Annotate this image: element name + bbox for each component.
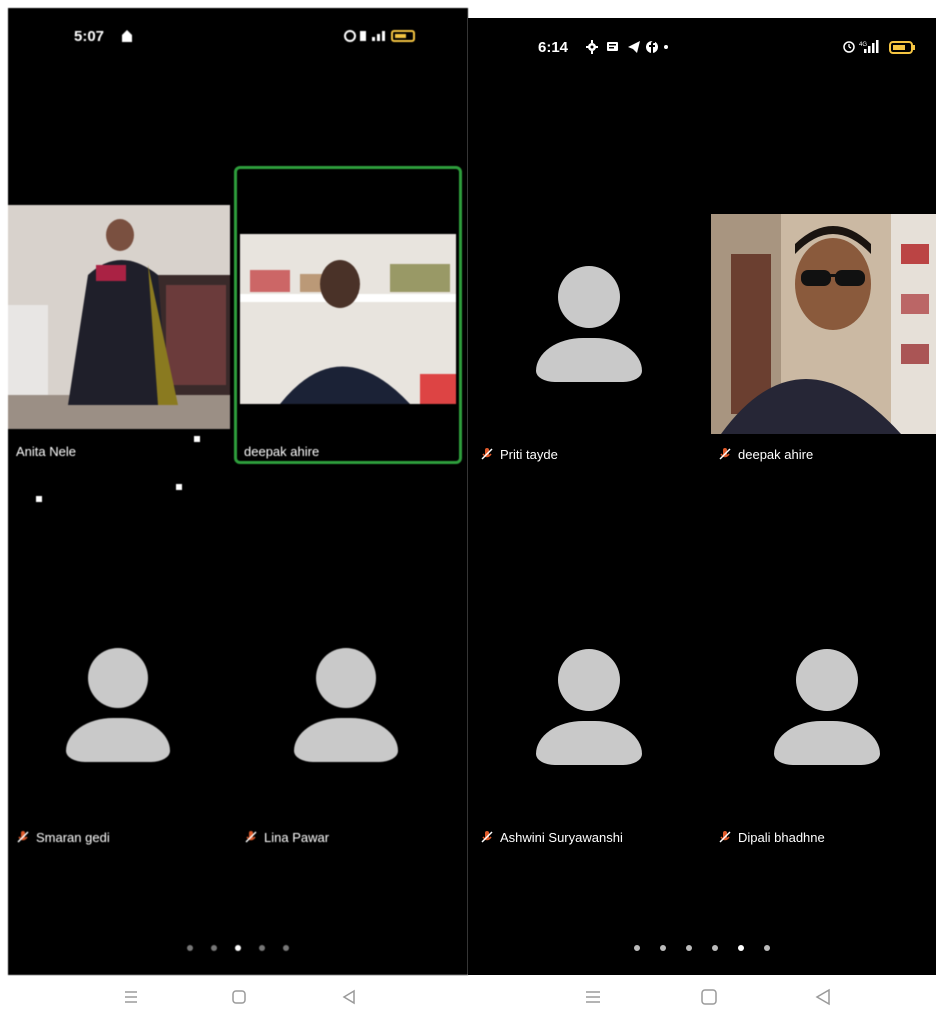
mic-muted-icon	[17, 831, 29, 843]
participant-name: deepak ahire	[244, 444, 320, 459]
status-time: 5:07	[74, 28, 105, 45]
settings-icon	[586, 40, 598, 54]
avatar	[294, 648, 398, 766]
avatar	[774, 649, 880, 769]
status-bar: 5:07	[8, 8, 468, 64]
artifact	[36, 496, 42, 502]
signal-icon	[344, 29, 424, 48]
app-notification-icons	[586, 40, 696, 59]
status-right-icons: 4G	[842, 39, 922, 60]
artifact	[176, 484, 182, 490]
participant-name-muted: Lina Pawar	[244, 830, 329, 845]
artifact	[194, 436, 200, 442]
menu-nav-icon[interactable]	[578, 982, 608, 1012]
page-dot-active[interactable]	[738, 945, 744, 951]
nav-bar	[8, 982, 468, 1012]
page-dot[interactable]	[283, 945, 289, 951]
page-dot[interactable]	[634, 945, 640, 951]
battery-icon	[889, 41, 915, 54]
status-time: 6:14	[538, 39, 569, 56]
avatar	[536, 649, 642, 769]
nav-bar	[468, 982, 936, 1012]
message-icon	[607, 42, 618, 51]
participant-name-label: Smaran gedi	[36, 830, 110, 845]
svg-text:4G: 4G	[859, 42, 867, 48]
signal-icon: 4G	[859, 40, 879, 53]
participant-name-label: Ashwini Suryawanshi	[500, 830, 623, 845]
mic-muted-icon	[481, 831, 493, 843]
avatar	[536, 266, 642, 386]
right-phone-screen: 6:14 4G Priti tayde deepak ahire Ashwini…	[468, 18, 936, 975]
telegram-icon	[628, 41, 640, 53]
mic-muted-icon	[245, 831, 257, 843]
participant-name-label: Priti tayde	[500, 447, 558, 462]
participant-video	[8, 205, 230, 429]
page: 5:07 Anita Nele deepak ahire Smaran gedi…	[0, 0, 936, 1012]
page-dot-active[interactable]	[235, 945, 241, 951]
participant-name-label: Dipali bhadhne	[738, 830, 825, 845]
page-dot[interactable]	[259, 945, 265, 951]
facebook-icon	[646, 41, 658, 53]
back-nav-icon[interactable]	[808, 982, 838, 1012]
page-indicator[interactable]	[468, 938, 936, 956]
page-dot[interactable]	[211, 945, 217, 951]
participant-name-muted: Dipali bhadhne	[718, 830, 825, 845]
mic-muted-icon	[719, 831, 731, 843]
participant-video	[240, 234, 456, 404]
mic-muted-icon	[481, 448, 493, 460]
page-dot[interactable]	[187, 945, 193, 951]
participant-name-muted: Smaran gedi	[16, 830, 110, 845]
page-indicator[interactable]	[8, 938, 468, 956]
alarm-icon	[843, 41, 855, 53]
page-dot[interactable]	[660, 945, 666, 951]
home-nav-icon[interactable]	[694, 982, 724, 1012]
avatar	[66, 648, 170, 766]
participant-name: Anita Nele	[16, 444, 76, 459]
participant-name-muted: Ashwini Suryawanshi	[480, 830, 623, 845]
participant-video	[711, 214, 936, 434]
participant-name-label: Lina Pawar	[264, 830, 330, 845]
back-nav-icon[interactable]	[334, 982, 364, 1012]
participant-name-label: deepak ahire	[738, 447, 814, 462]
page-dot[interactable]	[712, 945, 718, 951]
participant-name-muted: Priti tayde	[480, 447, 558, 462]
page-dot[interactable]	[764, 945, 770, 951]
mic-muted-icon	[719, 448, 731, 460]
notification-icon	[120, 29, 134, 48]
status-bar: 6:14 4G	[468, 18, 936, 74]
left-phone-screen: 5:07 Anita Nele deepak ahire Smaran gedi…	[8, 8, 468, 975]
home-nav-icon[interactable]	[224, 982, 254, 1012]
participant-name-muted: deepak ahire	[718, 447, 813, 462]
page-dot[interactable]	[686, 945, 692, 951]
menu-nav-icon[interactable]	[116, 982, 146, 1012]
